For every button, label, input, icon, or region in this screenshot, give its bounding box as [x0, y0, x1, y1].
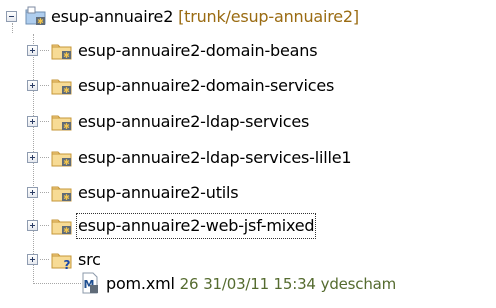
svg-text:✱: ✱: [63, 226, 70, 235]
project-folder-icon: ✱: [25, 5, 47, 27]
expand-icon[interactable]: [27, 116, 38, 127]
branch-label: [trunk/esup-annuaire2]: [178, 7, 359, 26]
package-folder-icon: ✱: [51, 110, 73, 132]
maven-file-icon: M: [79, 272, 101, 294]
expand-icon[interactable]: [27, 45, 38, 56]
package-folder-icon: ✱: [51, 214, 73, 236]
tree-item-label: esup-annuaire2-domain-services: [78, 76, 335, 95]
tree-file-label: pom.xml 26 31/03/11 15:34 ydescham: [106, 273, 396, 295]
svg-text:✱: ✱: [63, 122, 70, 131]
svg-text:✱: ✱: [63, 193, 70, 202]
file-name: pom.xml: [106, 274, 175, 293]
tree-item-label: esup-annuaire2-utils: [78, 183, 239, 202]
expand-icon[interactable]: [27, 152, 38, 163]
tree-item[interactable]: ✱ esup-annuaire2-domain-services: [0, 69, 496, 103]
tree-root-row[interactable]: ✱ esup-annuaire2 [trunk/esup-annuaire2]: [0, 0, 496, 34]
tree-root-label: esup-annuaire2 [trunk/esup-annuaire2]: [51, 6, 359, 28]
expand-icon[interactable]: [27, 220, 38, 231]
collapse-icon[interactable]: [6, 11, 17, 22]
file-revision: 26: [179, 275, 199, 293]
tree-item[interactable]: ✱ esup-annuaire2-web-jsf-mixed: [0, 209, 496, 243]
file-author: ydescham: [320, 275, 397, 293]
tree-item-label: esup-annuaire2-ldap-services-lille1: [78, 148, 352, 167]
package-folder-icon: ✱: [51, 74, 73, 96]
svg-text:✱: ✱: [63, 86, 70, 95]
project-tree: ✱ esup-annuaire2 [trunk/esup-annuaire2] …: [0, 0, 496, 308]
tree-item-label: esup-annuaire2-ldap-services: [78, 112, 310, 131]
tree-item[interactable]: ✱ esup-annuaire2-ldap-services-lille1: [0, 141, 496, 175]
package-folder-icon: ✱: [51, 39, 73, 61]
file-date: 31/03/11 15:34: [203, 275, 316, 293]
tree-file-row[interactable]: M pom.xml 26 31/03/11 15:34 ydescham: [0, 267, 496, 301]
expand-icon[interactable]: [27, 80, 38, 91]
package-folder-icon: ✱: [51, 146, 73, 168]
tree-item[interactable]: ✱ esup-annuaire2-domain-beans: [0, 34, 496, 68]
svg-text:✱: ✱: [63, 51, 70, 60]
tree-item-label: esup-annuaire2-domain-beans: [78, 41, 318, 60]
expand-icon[interactable]: [27, 187, 38, 198]
project-name: esup-annuaire2: [51, 7, 174, 26]
tree-item[interactable]: ✱ esup-annuaire2-utils: [0, 176, 496, 210]
package-folder-icon: ✱: [51, 181, 73, 203]
svg-text:✱: ✱: [63, 158, 70, 167]
svg-text:✱: ✱: [37, 17, 44, 26]
tree-item[interactable]: ✱ esup-annuaire2-ldap-services: [0, 105, 496, 139]
expand-icon[interactable]: [27, 254, 38, 265]
tree-item-label: esup-annuaire2-web-jsf-mixed: [75, 213, 317, 239]
